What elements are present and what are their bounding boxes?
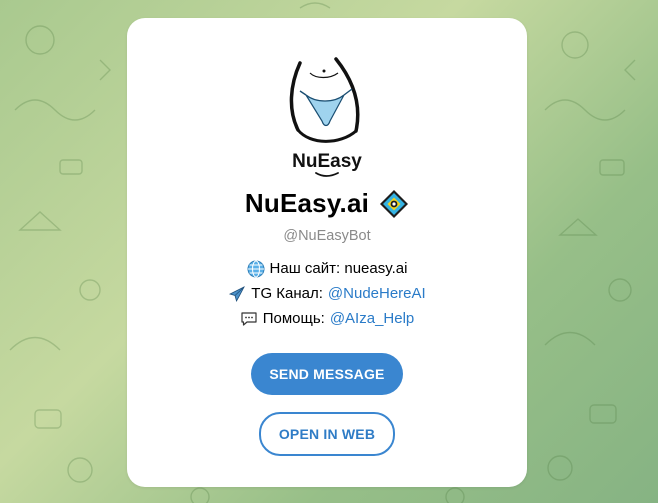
help-line: Помощь: @AIza_Help [127,306,527,331]
channel-label: TG Канал: [251,285,323,302]
diamond-badge-icon [380,189,409,218]
open-in-web-button[interactable]: OPEN IN WEB [259,412,395,456]
site-text: Наш сайт: nueasy.ai [269,260,408,277]
title-row: NuEasy.ai [127,188,527,219]
channel-line: TG Канал: @NudeHereAI [127,281,527,306]
globe-icon [247,260,265,277]
bot-description: Наш сайт: nueasy.ai TG Канал: @NudeHereA… [127,256,527,331]
bot-info-card: NuEasy NuEasy.ai @NuEasyBot Наш сайт: nu… [127,18,527,487]
channel-link[interactable]: @NudeHereAI [328,281,426,306]
help-label: Помощь: [262,310,325,327]
bot-name: NuEasy.ai [244,188,370,218]
logo-wordmark: NuEasy [292,151,362,172]
site-line: Наш сайт: nueasy.ai [127,256,527,281]
airplane-icon [229,285,246,302]
speech-bubble-icon [241,311,257,326]
send-message-button[interactable]: SEND MESSAGE [251,353,403,395]
bot-username: @NuEasyBot [283,228,371,244]
help-link[interactable]: @AIza_Help [330,306,414,331]
nueasy-logo: NuEasy [289,57,362,177]
